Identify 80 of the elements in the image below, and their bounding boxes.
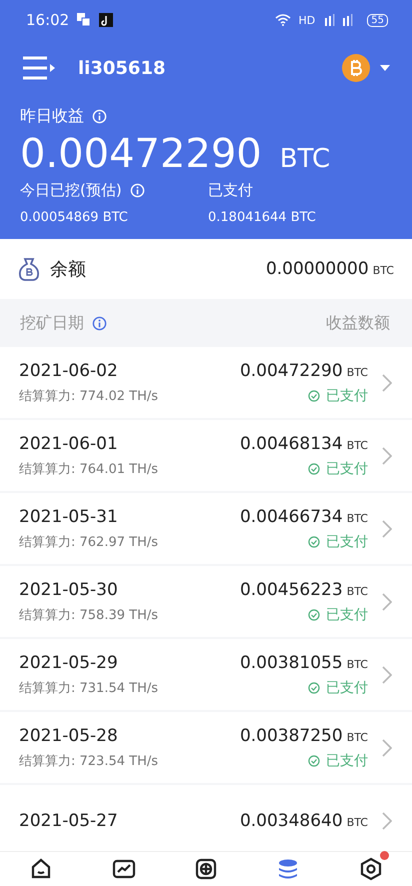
- row-date: 2021-06-02: [19, 360, 119, 380]
- chevron-right-icon: [382, 446, 392, 464]
- column-header: 挖矿日期: [20, 312, 84, 334]
- row-date: 2021-05-28: [19, 726, 119, 746]
- row-hashrate: 结算算力: 758.39 TH/s: [19, 606, 160, 624]
- yesterday-value: 0.00472290: [20, 131, 262, 177]
- check-circle-icon: [308, 462, 320, 474]
- row-amount: 0.00348640: [240, 810, 343, 830]
- row-hashrate: 结算算力: 723.54 TH/s: [19, 752, 160, 770]
- row-date: 2021-05-29: [19, 652, 119, 672]
- payout-row[interactable]: 2021-05-29 结算算力: 731.54 TH/s 0.00381055 BTC 已支付: [0, 639, 412, 710]
- row-status: 已支付: [326, 532, 368, 550]
- row-status: 已支付: [326, 752, 368, 770]
- info-icon[interactable]: [92, 316, 107, 330]
- paid-value: 0.18041644 BTC: [208, 210, 317, 225]
- row-hashrate: 结算算力: 774.02 TH/s: [19, 388, 160, 404]
- row-amount: 0.00472290: [240, 360, 343, 380]
- menu-icon[interactable]: [22, 56, 56, 80]
- chevron-right-icon: [382, 812, 392, 830]
- row-unit: BTC: [346, 366, 368, 378]
- today-label: 今日已挖(预估): [20, 181, 122, 200]
- row-unit: BTC: [346, 584, 368, 598]
- yesterday-label: 昨日收益: [20, 106, 84, 127]
- row-status: 已支付: [326, 606, 368, 624]
- check-circle-icon: [308, 608, 320, 620]
- check-circle-icon: [308, 682, 320, 694]
- chevron-right-icon: [382, 592, 392, 610]
- row-hashrate: 结算算力: 762.97 TH/s: [19, 534, 160, 550]
- row-amount: 0.00466734: [240, 506, 343, 526]
- row-hashrate: 结算算力: 731.54 TH/s: [19, 680, 160, 696]
- chevron-right-icon: [382, 666, 392, 684]
- row-status: 已支付: [326, 386, 368, 404]
- row-unit: BTC: [346, 816, 368, 828]
- row-unit: BTC: [346, 730, 368, 744]
- row-unit: BTC: [346, 512, 368, 524]
- payout-row[interactable]: 2021-06-01 结算算力: 764.01 TH/s 0.00468134 BTC 已支付: [0, 420, 412, 491]
- row-date: 2021-05-27: [19, 810, 119, 830]
- paid-label: 已支付: [208, 181, 253, 200]
- payout-row[interactable]: 2021-05-27 0.00348640 BTC: [0, 785, 412, 851]
- settings-icon: [358, 857, 383, 881]
- payout-row[interactable]: 2021-05-30 结算算力: 758.39 TH/s 0.00456223 BTC 已支付: [0, 566, 412, 637]
- bitcoin-icon[interactable]: [342, 54, 370, 82]
- balance-label: 余额: [50, 258, 86, 281]
- row-date: 2021-05-31: [19, 506, 119, 526]
- payout-row[interactable]: 2021-05-28 结算算力: 723.54 TH/s 0.00387250 BTC 已支付: [0, 712, 412, 783]
- plus-icon: [194, 857, 218, 881]
- payout-row[interactable]: 2021-06-02 结算算力: 774.02 TH/s 0.00472290 BTC 已支付: [0, 347, 412, 418]
- row-amount: 0.00468134: [240, 434, 343, 454]
- chart-icon: [112, 857, 136, 881]
- row-unit: BTC: [346, 658, 368, 670]
- chevron-right-icon: [382, 520, 392, 538]
- payout-row[interactable]: 2021-05-31 结算算力: 762.97 TH/s 0.00466734 BTC 已支付: [0, 493, 412, 564]
- network-label: HD: [298, 14, 316, 26]
- check-circle-icon: [308, 390, 320, 402]
- balance-value: 0.00000000: [266, 259, 369, 279]
- row-date: 2021-06-01: [19, 434, 119, 454]
- status-time: 16:02: [26, 11, 70, 29]
- row-date: 2021-05-30: [19, 580, 119, 600]
- row-status: 已支付: [326, 460, 368, 478]
- balance-unit: BTC: [372, 264, 394, 277]
- check-circle-icon: [308, 536, 320, 548]
- username: li305618: [78, 58, 166, 78]
- money-bag-icon: [18, 257, 40, 281]
- yesterday-unit: BTC: [280, 144, 330, 174]
- row-amount: 0.00381055: [240, 652, 343, 672]
- row-amount: 0.00387250: [240, 726, 343, 746]
- column-header: 收益数额: [326, 312, 390, 334]
- row-unit: BTC: [346, 438, 368, 452]
- row-amount: 0.00456223: [240, 580, 343, 600]
- row-hashrate: 结算算力: 764.01 TH/s: [19, 460, 160, 478]
- chevron-right-icon: [382, 374, 392, 392]
- row-status: 已支付: [326, 678, 368, 696]
- today-value: 0.00054869 BTC: [20, 210, 129, 225]
- notification-icon: [77, 13, 92, 27]
- battery-level: 55: [367, 14, 388, 26]
- wifi-icon: [274, 14, 291, 26]
- caret-icon[interactable]: [380, 65, 390, 71]
- chevron-right-icon: [382, 738, 392, 756]
- app-icon: [99, 13, 114, 27]
- check-circle-icon: [308, 754, 320, 766]
